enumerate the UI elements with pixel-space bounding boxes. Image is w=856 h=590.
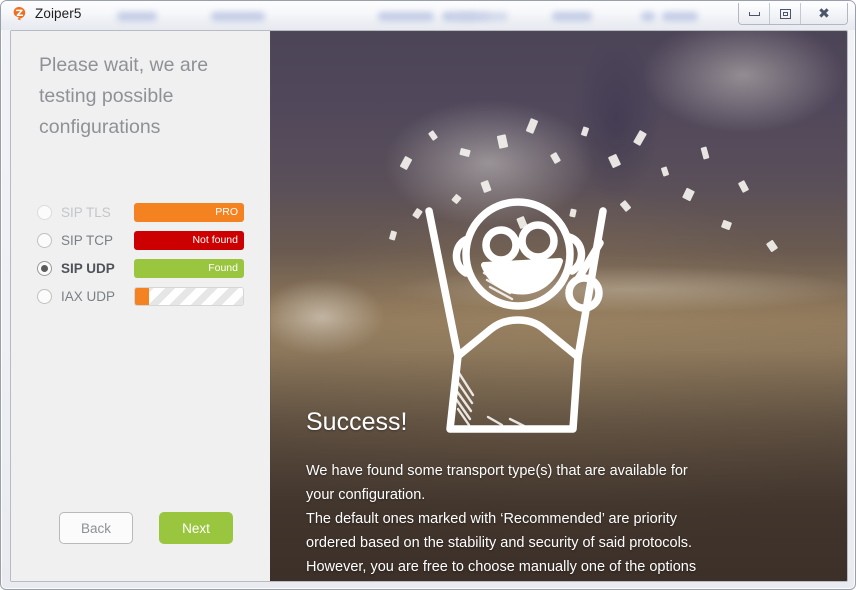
status-badge-sip-udp: Found <box>208 262 238 274</box>
protocol-row-sip-udp[interactable]: SIP UDP Found <box>37 254 252 282</box>
title-bar-identity: Zoiper5 <box>11 5 81 22</box>
protocol-label-sip-tls: SIP TLS <box>61 204 111 220</box>
protocol-row-iax-udp[interactable]: IAX UDP <box>37 282 252 310</box>
window-controls: ✖ <box>738 3 848 25</box>
radio-sip-udp[interactable] <box>37 260 52 276</box>
minimize-button[interactable] <box>739 3 770 24</box>
protocol-list: SIP TLS PRO SIP TCP Not found SIP UDP Fo… <box>37 198 252 310</box>
status-bar-sip-udp: Found <box>134 258 244 278</box>
hero-body-line-5: However, you are free to choose manually… <box>306 559 697 575</box>
close-button[interactable]: ✖ <box>801 3 847 24</box>
protocol-row-sip-tcp[interactable]: SIP TCP Not found <box>37 226 252 254</box>
zoiper-logo-icon <box>11 5 28 22</box>
title-bar[interactable]: Zoiper5 ✖ <box>1 1 855 30</box>
status-bar-sip-tcp: Not found <box>134 230 244 250</box>
back-button[interactable]: Back <box>59 512 133 544</box>
page-title: Please wait, we are testing possible con… <box>39 54 209 138</box>
maximize-icon <box>779 8 791 19</box>
next-button[interactable]: Next <box>159 512 233 544</box>
hero-body-line-1: We have found some transport type(s) tha… <box>306 463 688 479</box>
hero-body-line-2: your configuration. <box>306 487 426 503</box>
status-bar-sip-tls: PRO <box>134 202 244 222</box>
celebration-character-illustration <box>388 181 648 441</box>
protocol-row-sip-tls[interactable]: SIP TLS PRO <box>37 198 252 226</box>
status-badge-sip-tls: PRO <box>215 206 238 218</box>
maximize-button[interactable] <box>770 3 801 24</box>
progress-bar-iax-udp <box>134 286 244 306</box>
redacted-label-7 <box>453 12 477 21</box>
wizard-panel: Please wait, we are testing possible con… <box>11 31 270 581</box>
hero-body: We have found some transport type(s) tha… <box>306 459 776 581</box>
protocol-label-iax-udp: IAX UDP <box>61 288 116 304</box>
hero-copy: Success! We have found some transport ty… <box>306 407 776 581</box>
wizard-navigation: Back Next <box>59 512 233 544</box>
close-icon: ✖ <box>818 5 830 22</box>
redacted-label-8 <box>552 12 592 21</box>
redacted-label-9 <box>641 12 655 21</box>
client-area: Please wait, we are testing possible con… <box>10 30 848 582</box>
application-window: Zoiper5 ✖ Please wait, we are testing po… <box>0 0 856 590</box>
hero-panel: Success! We have found some transport ty… <box>270 31 847 581</box>
status-badge-sip-tcp: Not found <box>192 234 238 246</box>
minimize-icon <box>748 11 760 16</box>
hero-body-line-4: ordered based on the stability and secur… <box>306 535 693 551</box>
hero-body-line-3: The default ones marked with ‘Recommende… <box>306 511 677 527</box>
hero-title: Success! <box>306 408 408 436</box>
redacted-label-3 <box>378 12 434 21</box>
radio-sip-tcp[interactable] <box>37 232 52 248</box>
progress-stripes <box>149 287 243 305</box>
radio-iax-udp[interactable] <box>37 288 52 304</box>
protocol-label-sip-tcp: SIP TCP <box>61 232 114 248</box>
redacted-label-10 <box>662 12 698 21</box>
progress-fill <box>135 287 149 305</box>
redacted-label-2 <box>211 12 265 21</box>
radio-sip-tls[interactable] <box>37 204 52 220</box>
redacted-label-1 <box>117 12 157 21</box>
protocol-label-sip-udp: SIP UDP <box>61 260 115 276</box>
app-title: Zoiper5 <box>35 6 82 21</box>
